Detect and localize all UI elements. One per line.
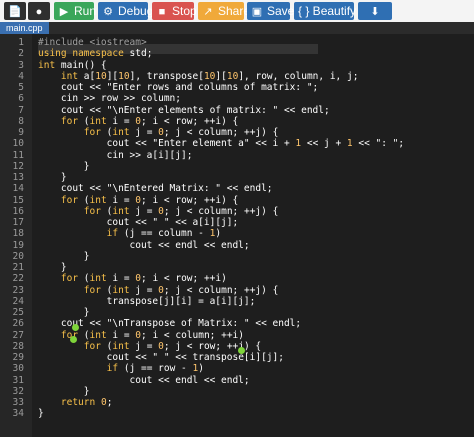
code-line[interactable]: cout << " " << a[i][j]; bbox=[38, 217, 239, 228]
code-line[interactable]: int main() { bbox=[38, 60, 107, 71]
code-line[interactable]: for (int i = 0; i < row; ++i) { bbox=[38, 195, 238, 206]
code-line[interactable]: } bbox=[38, 386, 90, 397]
code-line[interactable]: } bbox=[38, 251, 90, 262]
code-line[interactable]: cout << endl << endl; bbox=[38, 240, 250, 251]
line-number: 22 bbox=[12, 273, 24, 285]
line-number: 9 bbox=[18, 127, 24, 138]
line-number: 15 bbox=[12, 194, 24, 206]
line-number: 25 bbox=[12, 307, 24, 318]
tab-main-cpp[interactable]: main.cpp bbox=[0, 22, 49, 34]
save-icon: ▣ bbox=[251, 6, 263, 18]
beautify-button[interactable]: { } Beautify bbox=[294, 2, 356, 20]
code-line[interactable]: transpose[j][i] = a[i][j]; bbox=[38, 296, 256, 307]
debug-button[interactable]: ⚙ Debug bbox=[98, 2, 153, 20]
breakpoint-marker bbox=[238, 347, 245, 354]
code-line[interactable]: } bbox=[38, 408, 44, 419]
file-icon: 📄 bbox=[8, 6, 22, 18]
code-line[interactable]: cout << "Enter element a" << i + 1 << j … bbox=[38, 138, 405, 149]
code-line[interactable]: for (int i = 0; i < column; ++i) bbox=[38, 330, 244, 341]
code-line[interactable]: #include <iostream> bbox=[38, 37, 147, 48]
stop-button[interactable]: ■ Stop bbox=[152, 2, 197, 20]
code-line[interactable]: if (j == column - 1) bbox=[38, 228, 221, 239]
line-number: 32 bbox=[12, 385, 24, 397]
code-line[interactable]: return 0; bbox=[38, 397, 113, 408]
line-number: 17 bbox=[12, 217, 24, 228]
github-button[interactable]: ● bbox=[28, 2, 50, 20]
line-number: 34 bbox=[12, 408, 24, 420]
share-button[interactable]: ↗ Share bbox=[198, 2, 250, 20]
line-number: 6 bbox=[18, 93, 24, 105]
line-number: 19 bbox=[12, 239, 24, 251]
toolbar: 📄 ● ▶ Run ⚙ Debug ■ Stop ↗ Share ▣ Save { } B… bbox=[0, 0, 474, 23]
code-line[interactable]: } bbox=[38, 307, 90, 318]
line-number: 7 bbox=[18, 104, 24, 116]
code-line[interactable]: cin >> row >> column; bbox=[38, 93, 181, 104]
line-number: 16 bbox=[12, 205, 24, 217]
code-line[interactable]: cout << " " << transpose[i][j]; bbox=[38, 352, 284, 363]
line-number: 20 bbox=[12, 250, 24, 262]
run-button[interactable]: ▶ Run bbox=[54, 2, 96, 20]
new-file-button[interactable]: 📄 bbox=[4, 2, 26, 20]
line-number: 14 bbox=[12, 183, 24, 195]
line-number: 24 bbox=[12, 295, 24, 307]
code-line[interactable]: for (int j = 0; j < column; ++j) { bbox=[38, 285, 279, 296]
debug-icon: ⚙ bbox=[103, 6, 113, 18]
stop-icon: ■ bbox=[158, 6, 166, 18]
code-line[interactable]: if (j == row - 1) bbox=[38, 363, 204, 374]
code-line[interactable]: for (int i = 0; i < row; ++i) { bbox=[38, 116, 238, 127]
line-number: 4 bbox=[18, 70, 24, 82]
code-line[interactable]: for (int i = 0; i < row; ++i) bbox=[38, 273, 227, 284]
code-line[interactable]: cin >> a[i][j]; bbox=[38, 150, 193, 161]
code-line[interactable]: cout << "\nEntered Matrix: " << endl; bbox=[38, 183, 273, 194]
line-number: 27 bbox=[12, 329, 24, 341]
breakpoint-marker bbox=[72, 324, 79, 331]
line-number: 28 bbox=[12, 340, 24, 352]
line-number-gutter: 1 2 3 4 5 6 7 8 9 10 11 12 13 14 15 16 17 18 19 20 21 22 23 24 2… bbox=[0, 34, 32, 437]
play-icon: ▶ bbox=[59, 6, 69, 18]
code-line[interactable]: } bbox=[38, 262, 67, 273]
code-line[interactable]: cout << endl << endl; bbox=[38, 375, 250, 386]
code-line[interactable]: } bbox=[38, 161, 90, 172]
code-line[interactable]: cout << "\nEnter elements of matrix: " <… bbox=[38, 105, 330, 116]
github-icon: ● bbox=[35, 6, 43, 18]
code-line[interactable]: for (int j = 0; j < column; ++j) { bbox=[38, 127, 279, 138]
line-number: 5 bbox=[18, 82, 24, 93]
line-number: 2 bbox=[18, 48, 24, 60]
save-button[interactable]: ▣ Save bbox=[247, 2, 294, 20]
code-line[interactable]: using namespace std; bbox=[38, 48, 152, 59]
share-icon: ↗ bbox=[203, 6, 213, 18]
line-number: 10 bbox=[12, 138, 24, 150]
download-icon: ⬇ bbox=[370, 6, 380, 18]
line-number: 18 bbox=[12, 228, 24, 240]
line-number: 30 bbox=[12, 363, 24, 375]
line-number: 29 bbox=[12, 352, 24, 363]
code-line[interactable]: int a[10][10], transpose[10][10], row, c… bbox=[38, 71, 359, 82]
line-number: 26 bbox=[12, 318, 24, 330]
line-number: 11 bbox=[12, 149, 24, 161]
line-number: 12 bbox=[12, 160, 24, 172]
code-line[interactable]: cout << "Enter rows and columns of matri… bbox=[38, 82, 318, 93]
download-button[interactable]: ⬇ bbox=[358, 2, 392, 20]
line-number: 3 bbox=[18, 59, 24, 71]
line-number: 23 bbox=[12, 284, 24, 296]
line-number: 21 bbox=[12, 262, 24, 273]
line-number: 13 bbox=[12, 172, 24, 183]
line-number: 1 bbox=[18, 37, 24, 48]
breakpoint-marker bbox=[70, 336, 77, 343]
line-number: 31 bbox=[12, 374, 24, 386]
line-number: 33 bbox=[12, 397, 24, 408]
code-editor[interactable]: #include <iostream> using namespace std; i… bbox=[32, 34, 474, 437]
line-number: 8 bbox=[18, 115, 24, 127]
code-line[interactable]: } bbox=[38, 172, 67, 183]
code-line[interactable]: for (int j = 0; j < column; ++j) { bbox=[38, 206, 279, 217]
